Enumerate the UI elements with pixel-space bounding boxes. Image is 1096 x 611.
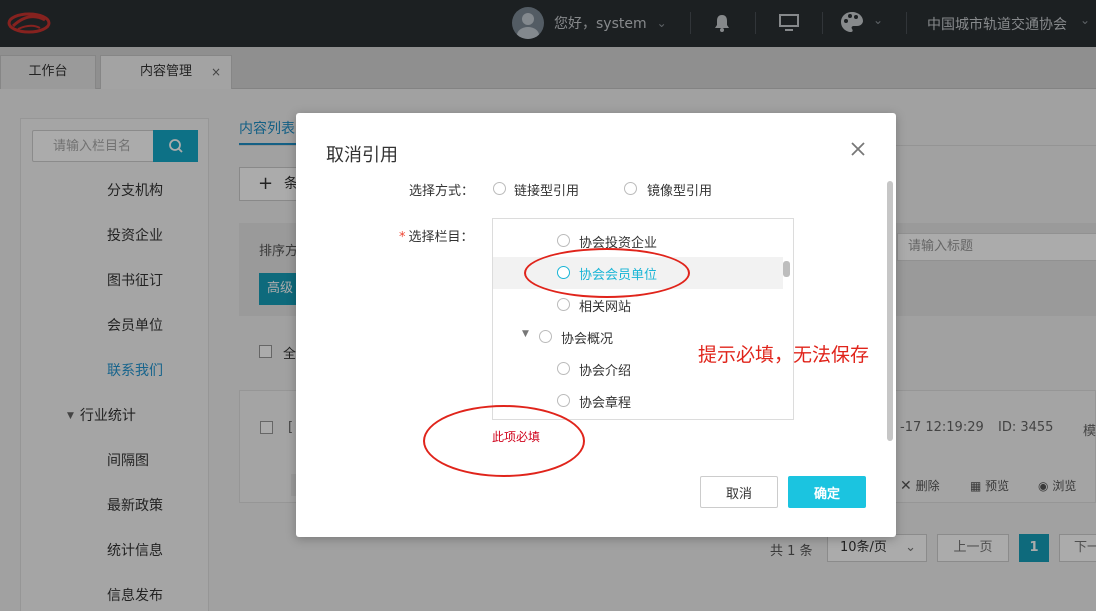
- tree-item-label: 协会章程: [579, 396, 632, 411]
- tree-radio[interactable]: [557, 298, 570, 311]
- confirm-button[interactable]: 确定: [788, 476, 866, 508]
- tree-item-label: 协会介绍: [579, 364, 632, 379]
- column-label: * 选择栏目：: [399, 226, 474, 245]
- cancel-button[interactable]: 取消: [700, 476, 778, 508]
- radio-mirror-reference[interactable]: [624, 182, 637, 195]
- tree-radio[interactable]: [557, 394, 570, 407]
- tree-item-label: 相关网站: [579, 300, 632, 315]
- caret-down-icon[interactable]: ▼: [522, 329, 529, 339]
- tree-radio[interactable]: [557, 362, 570, 375]
- dialog-scrollbar[interactable]: [887, 181, 893, 441]
- tree-radio[interactable]: [557, 234, 570, 247]
- cancel-reference-dialog: 取消引用 选择方式： 链接型引用 镜像型引用 * 选择栏目： 协会投资企业 协会会…: [296, 113, 896, 537]
- column-tree[interactable]: 协会投资企业 协会会员单位 相关网站 ▼ 协会概况 协会介绍 协会章程: [492, 218, 794, 420]
- annotation-ellipse: [524, 248, 690, 298]
- dialog-title: 取消引用: [326, 145, 398, 166]
- radio-label[interactable]: 镜像型引用: [647, 180, 712, 199]
- column-label-text: 选择栏目：: [408, 230, 474, 245]
- required-marker: *: [399, 230, 406, 245]
- annotation-ellipse: [423, 405, 585, 477]
- radio-link-reference[interactable]: [493, 182, 506, 195]
- tree-radio[interactable]: [539, 330, 552, 343]
- tree-item-label: 协会概况: [561, 332, 614, 347]
- annotation-note: 提示必填，无法保存: [698, 344, 870, 366]
- close-icon[interactable]: [848, 139, 868, 159]
- mode-label: 选择方式：: [409, 184, 475, 199]
- tree-scrollbar[interactable]: [783, 261, 790, 277]
- radio-label[interactable]: 链接型引用: [514, 180, 579, 199]
